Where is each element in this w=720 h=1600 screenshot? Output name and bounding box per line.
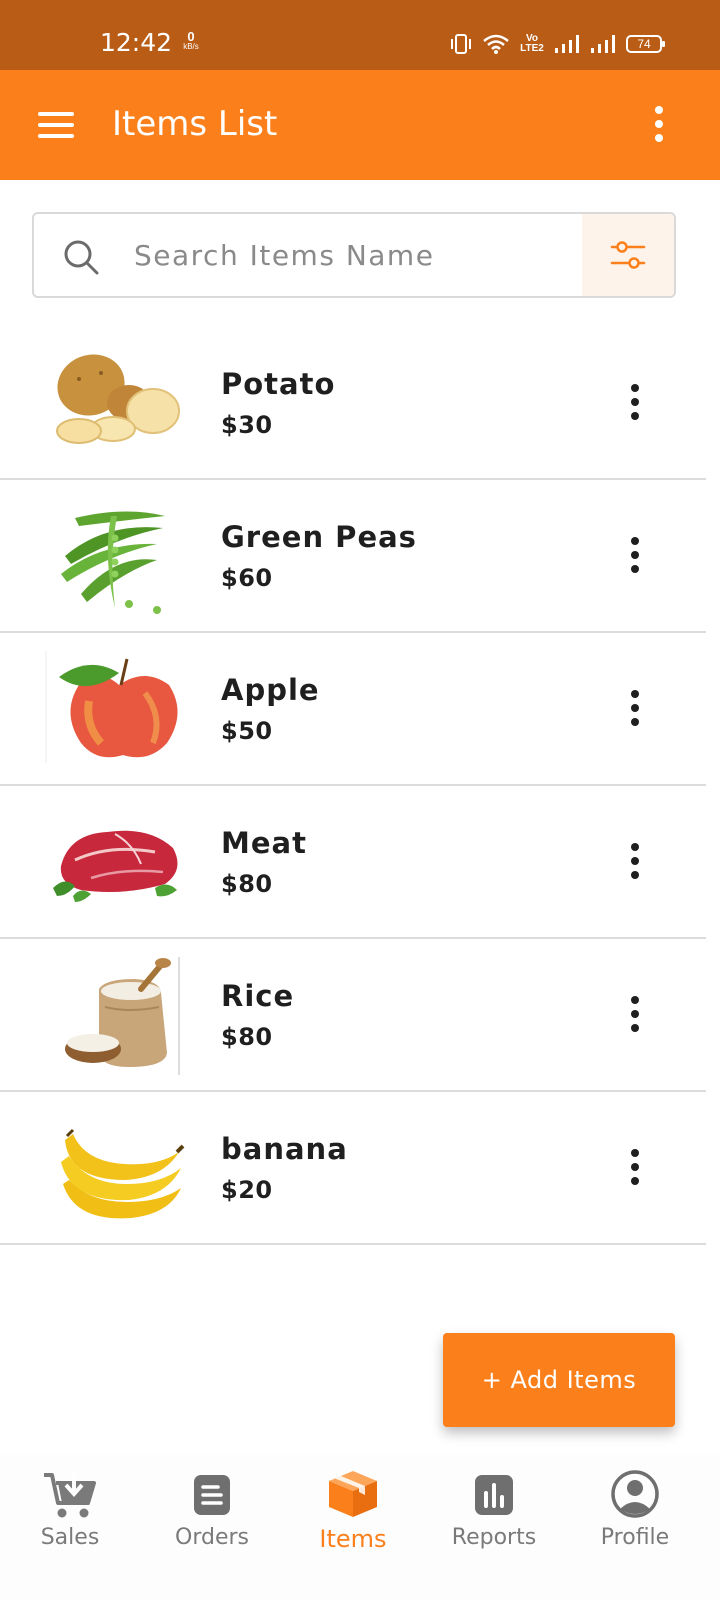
item-name: Rice	[221, 979, 295, 1013]
battery-icon: 74	[626, 35, 665, 53]
item-price: $20	[221, 1176, 273, 1204]
item-name: Green Peas	[221, 520, 417, 554]
document-icon	[194, 1475, 230, 1515]
search-icon	[64, 240, 99, 275]
item-price: $80	[221, 1023, 273, 1051]
list-item[interactable]: Rice $80	[0, 939, 706, 1092]
network-speed-unit: kB/s	[183, 42, 199, 51]
menu-icon[interactable]	[38, 112, 74, 138]
more-options-icon[interactable]	[652, 106, 666, 146]
list-item[interactable]: Meat $80	[0, 786, 706, 939]
green-peas-image	[61, 511, 165, 614]
add-items-button[interactable]: + Add Items	[443, 1333, 675, 1427]
signal-1-icon	[555, 35, 579, 53]
wifi-icon	[483, 34, 509, 54]
item-price: $80	[221, 870, 273, 898]
status-time: 12:42	[100, 28, 173, 57]
nav-item-reports[interactable]: Reports	[434, 1469, 554, 1569]
box-icon	[329, 1471, 377, 1517]
bar-chart-icon	[475, 1475, 513, 1515]
list-item[interactable]: Apple $50	[0, 633, 706, 786]
nav-label-sales: Sales	[40, 1525, 100, 1550]
nav-label-items: Items	[319, 1525, 387, 1553]
nav-label-reports: Reports	[451, 1525, 537, 1550]
item-price: $50	[221, 717, 273, 745]
search-input[interactable]	[134, 232, 574, 278]
meat-image	[53, 830, 178, 902]
item-more-icon[interactable]	[628, 690, 642, 730]
list-item[interactable]: Green Peas $60	[0, 480, 706, 633]
item-name: banana	[221, 1132, 348, 1166]
item-price: $60	[221, 564, 273, 592]
item-name: Potato	[221, 367, 336, 401]
status-icons: Vo LTE2 74	[450, 32, 665, 56]
nav-item-profile[interactable]: Profile	[575, 1469, 695, 1569]
item-list: Potato $30 Green Peas $60 Apple $50 Meat…	[0, 327, 706, 1245]
network-speed: 0 kB/s	[180, 30, 202, 51]
nav-item-orders[interactable]: Orders	[152, 1469, 272, 1569]
filter-button[interactable]	[582, 214, 674, 296]
status-bar: 12:42 0 kB/s Vo LTE2 74	[0, 0, 720, 70]
volte-indicator: Vo LTE2	[520, 34, 544, 54]
item-more-icon[interactable]	[628, 996, 642, 1036]
signal-2-icon	[591, 35, 615, 53]
bottom-nav: Sales Orders Items Reports Profile	[0, 1455, 720, 1600]
item-more-icon[interactable]	[628, 537, 642, 577]
nav-item-items[interactable]: Items	[293, 1469, 413, 1569]
item-name: Apple	[221, 673, 320, 707]
nav-item-sales[interactable]: Sales	[10, 1469, 130, 1569]
potato-image	[56, 354, 180, 444]
item-more-icon[interactable]	[628, 1149, 642, 1189]
nav-label-profile: Profile	[600, 1525, 670, 1550]
page-title: Items List	[112, 104, 278, 144]
filter-icon	[610, 241, 646, 269]
search-bar	[32, 212, 676, 298]
volte-bottom: LTE2	[520, 43, 544, 54]
item-more-icon[interactable]	[628, 843, 642, 883]
user-circle-icon	[611, 1470, 659, 1518]
vibrate-icon	[451, 34, 471, 54]
list-item[interactable]: Potato $30	[0, 327, 706, 480]
item-name: Meat	[221, 826, 307, 860]
list-item[interactable]: banana $20	[0, 1092, 706, 1245]
banana-image	[61, 1128, 185, 1219]
app-bar: Items List	[0, 70, 720, 180]
nav-label-orders: Orders	[175, 1525, 249, 1550]
item-price: $30	[221, 411, 273, 439]
cart-download-icon	[44, 1471, 96, 1518]
apple-image	[45, 651, 178, 763]
rice-image	[65, 957, 180, 1075]
item-more-icon[interactable]	[628, 384, 642, 424]
